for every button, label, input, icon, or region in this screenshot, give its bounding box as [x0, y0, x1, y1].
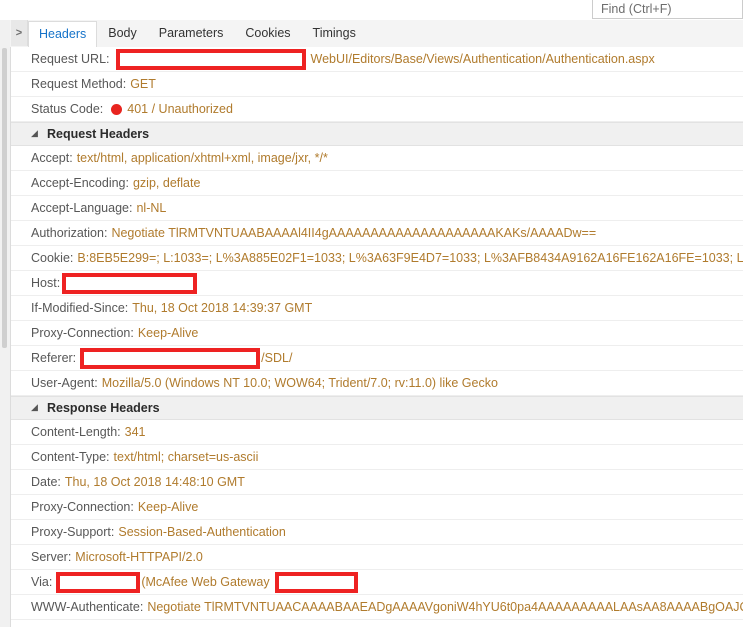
row-value: Negotiate TlRMTVNTUAABAAAAl4II4gAAAAAAAA… [111, 226, 597, 240]
row-label: Accept-Language: [31, 201, 133, 215]
collapse-triangle-icon[interactable]: ◢ [31, 402, 41, 412]
row-label: Content-Type: [31, 450, 110, 464]
row-label: Accept-Encoding: [31, 176, 129, 190]
row-via[interactable]: Via: (McAfee Web Gateway [11, 570, 743, 595]
row-accept-language[interactable]: Accept-Language: nl-NL [11, 196, 743, 221]
tab-cookies[interactable]: Cookies [234, 20, 301, 47]
row-request-url[interactable]: Request URL: WebUI/Editors/Base/Views/Aut… [11, 47, 743, 72]
tab-list: Headers Body Parameters Cookies Timings [28, 20, 367, 48]
row-if-modified-since[interactable]: If-Modified-Since: Thu, 18 Oct 2018 14:39… [11, 296, 743, 321]
row-value: (McAfee Web Gateway [141, 575, 270, 589]
row-label: Proxy-Connection: [31, 326, 134, 340]
row-authorization[interactable]: Authorization: Negotiate TlRMTVNTUAABAAAA… [11, 221, 743, 246]
row-value: Microsoft-HTTPAPI/2.0 [75, 550, 203, 564]
row-value: text/html, application/xhtml+xml, image/… [76, 151, 328, 165]
row-referer[interactable]: Referer: /SDL/ [11, 346, 743, 371]
row-label: Server: [31, 550, 72, 564]
row-value: 341 [124, 425, 146, 439]
section-header-request-headers[interactable]: ◢ Request Headers [11, 122, 743, 146]
row-value: WebUI/Editors/Base/Views/Authentication/… [310, 52, 655, 66]
row-accept-encoding[interactable]: Accept-Encoding: gzip, deflate [11, 171, 743, 196]
row-label: Proxy-Support: [31, 525, 115, 539]
row-value: text/html; charset=us-ascii [113, 450, 259, 464]
row-value: GET [130, 77, 156, 91]
row-value: B:8EB5E299=; L:1033=; L%3A885E02F1=1033;… [77, 251, 743, 265]
row-label: Authorization: [31, 226, 108, 240]
row-value: Thu, 18 Oct 2018 14:39:37 GMT [132, 301, 313, 315]
row-value: /SDL/ [261, 351, 293, 365]
row-accept[interactable]: Accept: text/html, application/xhtml+xml,… [11, 146, 743, 171]
row-date[interactable]: Date: Thu, 18 Oct 2018 14:48:10 GMT [11, 470, 743, 495]
row-www-authenticate[interactable]: WWW-Authenticate: Negotiate TlRMTVNTUAACA… [11, 595, 743, 620]
row-proxy-connection[interactable]: Proxy-Connection: Keep-Alive [11, 321, 743, 346]
row-label: Via: [31, 575, 53, 589]
find-input[interactable]: Find (Ctrl+F) [592, 0, 743, 19]
row-request-method[interactable]: Request Method: GET [11, 72, 743, 97]
row-host[interactable]: Host: [11, 271, 743, 296]
row-value: nl-NL [136, 201, 167, 215]
row-label: User-Agent: [31, 376, 98, 390]
row-value: Thu, 18 Oct 2018 14:48:10 GMT [64, 475, 245, 489]
row-proxy-connection[interactable]: Proxy-Connection: Keep-Alive [11, 495, 743, 520]
row-label: Request Method: [31, 77, 127, 91]
tab-headers[interactable]: Headers [28, 21, 98, 48]
row-value: Negotiate TlRMTVNTUAACAAAABAAEADgAAAAVgo… [147, 600, 743, 614]
row-content-length[interactable]: Content-Length: 341 [11, 420, 743, 445]
find-placeholder-text: Find (Ctrl+F) [601, 2, 672, 16]
tab-timings[interactable]: Timings [302, 20, 367, 47]
row-label: Proxy-Connection: [31, 500, 134, 514]
row-user-agent[interactable]: User-Agent: Mozilla/5.0 (Windows NT 10.0;… [11, 371, 743, 396]
redaction-box [56, 571, 141, 593]
row-label: Status Code: [31, 102, 104, 116]
row-value: Keep-Alive [137, 326, 199, 340]
section-title: Response Headers [47, 401, 160, 415]
tab-body[interactable]: Body [97, 20, 148, 47]
row-server[interactable]: Server: Microsoft-HTTPAPI/2.0 [11, 545, 743, 570]
row-label: Cookie: [31, 251, 74, 265]
row-status-code[interactable]: Status Code: 401 / Unauthorized [11, 97, 743, 122]
redaction-box [274, 571, 358, 593]
row-label: Referer: [31, 351, 77, 365]
headers-inspector-list: Request URL: WebUI/Editors/Base/Views/Aut… [11, 47, 743, 627]
left-rail [0, 20, 11, 627]
row-cookie[interactable]: Cookie: B:8EB5E299=; L:1033=; L%3A885E02F… [11, 246, 743, 271]
vertical-scrollbar[interactable] [2, 48, 7, 348]
row-value: Keep-Alive [137, 500, 199, 514]
collapse-triangle-icon[interactable]: ◢ [31, 128, 41, 138]
row-value: Session-Based-Authentication [118, 525, 286, 539]
redaction-box [115, 48, 306, 70]
expand-panel-chevron-right-icon[interactable]: > [11, 20, 28, 46]
top-bar: Find (Ctrl+F) [0, 0, 743, 20]
row-value: gzip, deflate [132, 176, 201, 190]
row-label: If-Modified-Since: [31, 301, 129, 315]
section-header-response-headers[interactable]: ◢ Response Headers [11, 396, 743, 420]
status-error-dot-icon [111, 103, 123, 115]
row-content-type[interactable]: Content-Type: text/html; charset=us-ascii [11, 445, 743, 470]
redaction-box [62, 272, 198, 294]
row-value: Mozilla/5.0 (Windows NT 10.0; WOW64; Tri… [101, 376, 498, 390]
row-value: 401 / Unauthorized [127, 102, 233, 116]
row-proxy-support[interactable]: Proxy-Support: Session-Based-Authenticati… [11, 520, 743, 545]
redaction-box [80, 347, 261, 369]
section-title: Request Headers [47, 127, 150, 141]
row-label: WWW-Authenticate: [31, 600, 144, 614]
row-label: Host: [31, 276, 61, 290]
row-label: Accept: [31, 151, 73, 165]
row-label: Content-Length: [31, 425, 121, 439]
row-label: Request URL: [31, 52, 110, 66]
row-label: Date: [31, 475, 61, 489]
tab-parameters[interactable]: Parameters [148, 20, 235, 47]
